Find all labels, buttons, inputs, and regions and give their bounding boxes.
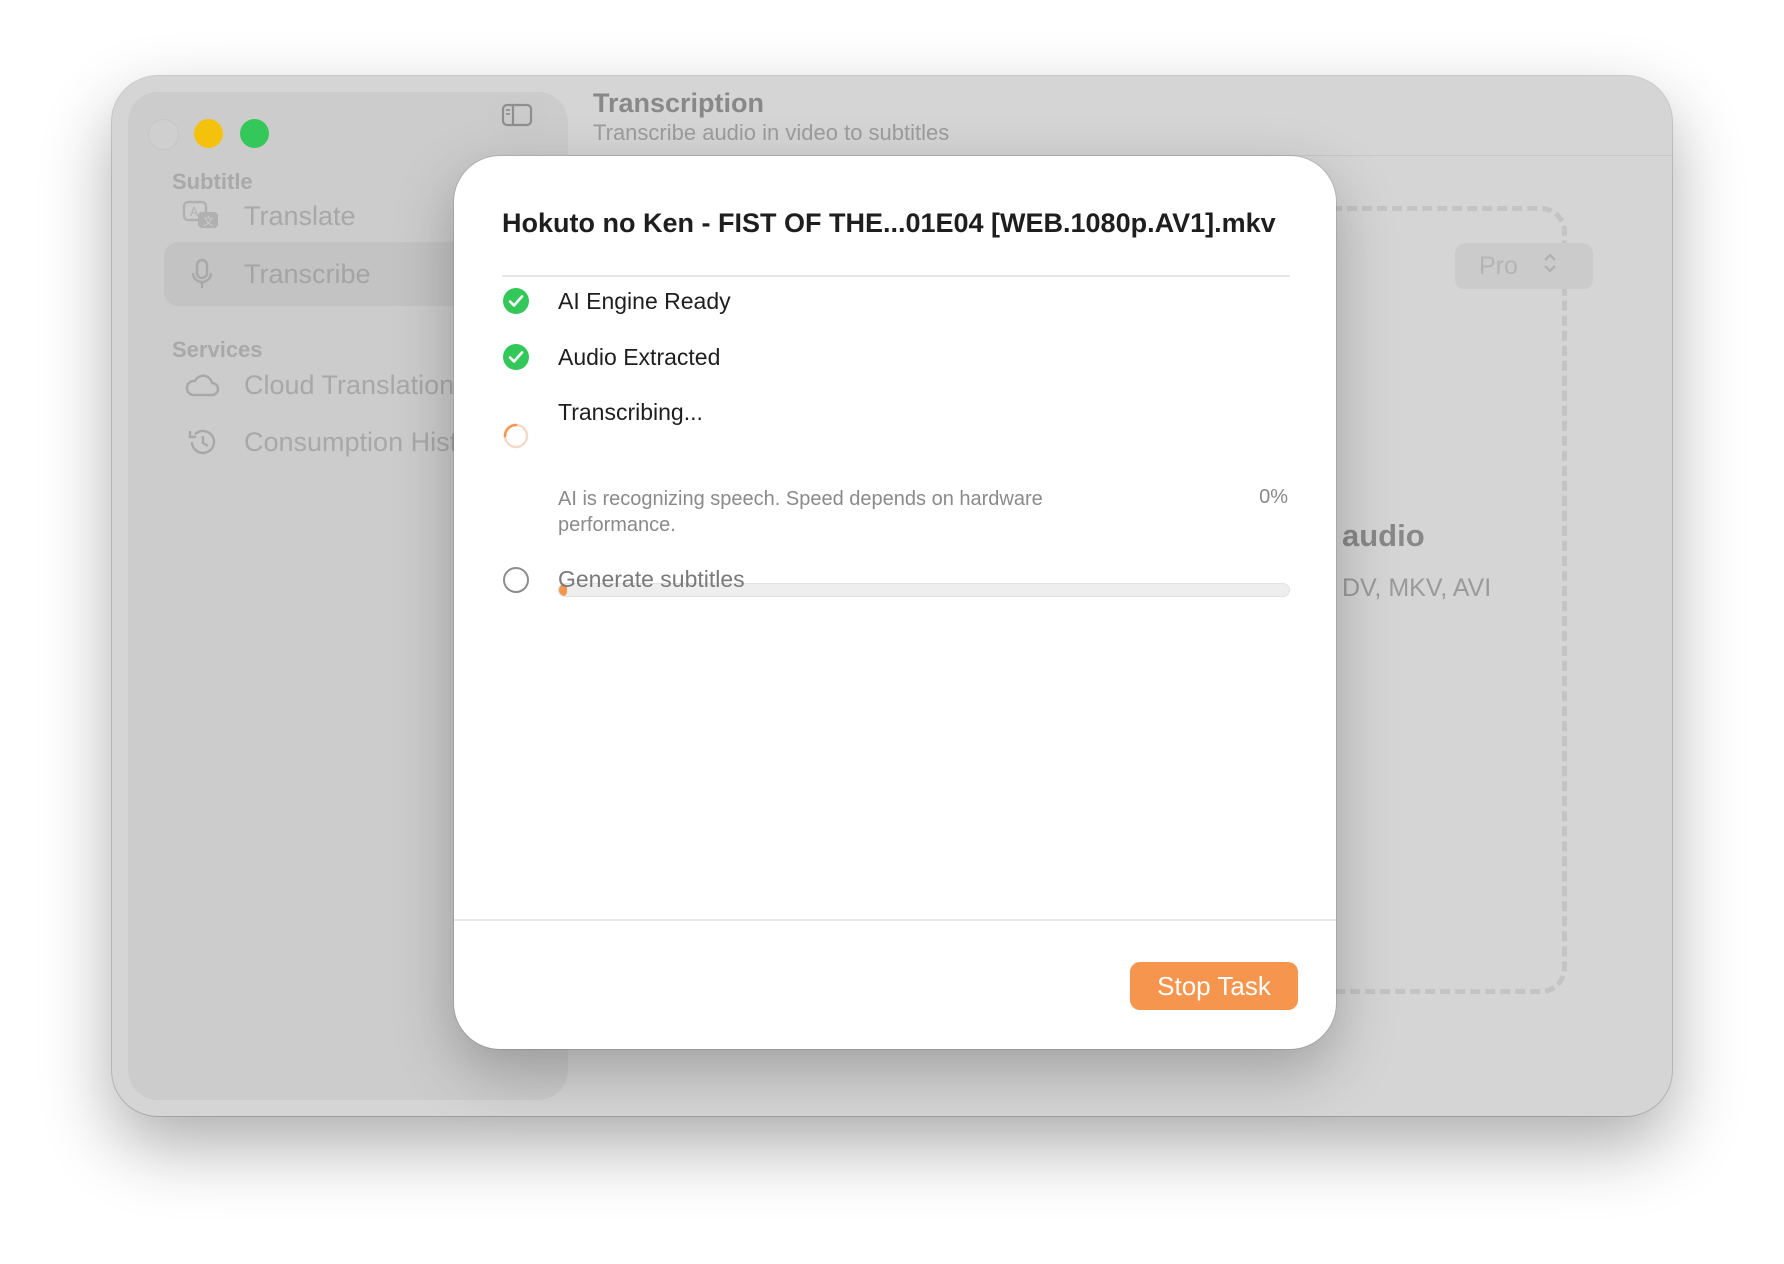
dialog-file-name: Hokuto no Ken - FIST OF THE...01E04 [WEB… [502,208,1276,238]
zoom-window-button[interactable] [240,119,269,148]
sidebar-item-label: Transcribe [244,258,371,289]
translate-icon: A 文 [180,200,224,232]
check-circle-icon [502,287,530,315]
check-circle-icon [502,343,530,371]
close-window-button[interactable] [148,119,179,150]
dropzone-formats: DV, MKV, AVI [1342,574,1492,602]
progress-percent: 0% [1259,486,1288,508]
sidebar-toggle-icon [501,103,533,132]
step-audio-extracted: Audio Extracted [558,344,721,370]
transcription-progress-dialog: Hokuto no Ken - FIST OF THE...01E04 [WEB… [454,156,1336,1049]
page-title: Transcription [593,88,765,118]
svg-text:A: A [190,205,199,219]
step-transcribing: Transcribing... [558,399,703,425]
sidebar-item-label: Consumption Histo [244,426,473,457]
model-select[interactable]: Pro [1455,243,1593,289]
empty-circle-icon [502,566,530,594]
model-select-value: Pro [1479,251,1518,280]
microphone-icon [180,258,224,290]
page-subtitle: Transcribe audio in video to subtitles [593,120,950,145]
chevron-up-down-icon [1542,251,1575,282]
step-generate-subtitles: Generate subtitles [558,566,745,592]
spinner-icon [502,422,530,450]
sidebar-item-label: Translate [244,200,356,231]
sidebar-item-label: Cloud Translation [244,369,455,400]
minimize-window-button[interactable] [194,119,223,148]
dialog-footer-divider [454,919,1336,921]
dialog-divider [502,275,1290,277]
svg-text:文: 文 [203,214,214,228]
dropzone-title: audio [1342,518,1425,553]
sidebar-toggle-button[interactable] [487,93,547,141]
history-icon [180,426,224,458]
cloud-icon [180,372,224,398]
stop-task-button[interactable]: Stop Task [1130,962,1298,1010]
step-transcribing-description: AI is recognizing speech. Speed depends … [558,488,1043,536]
step-ai-engine-ready: AI Engine Ready [558,288,731,314]
